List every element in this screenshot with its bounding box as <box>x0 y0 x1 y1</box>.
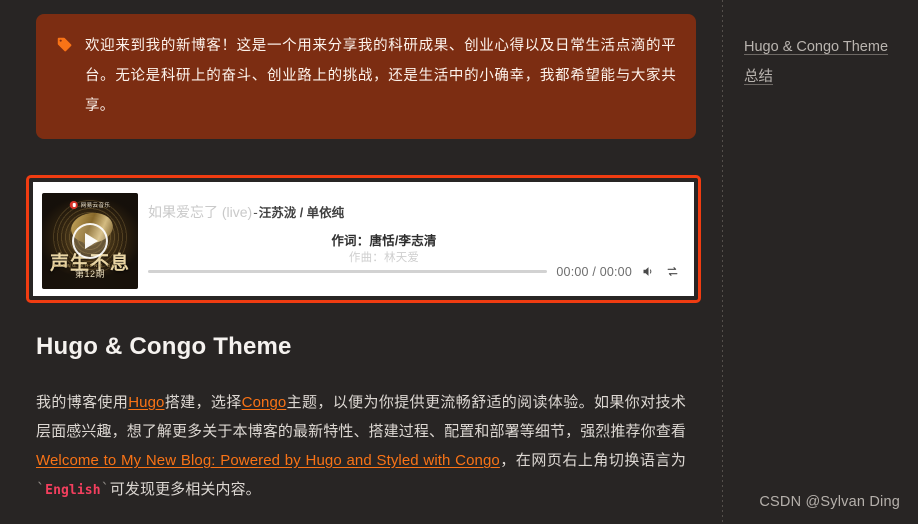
song-artist: 汪苏泷 / 单依纯 <box>258 206 345 220</box>
welcome-callout: 欢迎来到我的新博客！这是一个用来分享我的科研成果、创业心得以及日常生活点滴的平台… <box>36 14 696 139</box>
player-panel: 网易云音乐 声生不息 SHENG SHENG BU XI 第12期 如果爱忘了 … <box>33 182 694 296</box>
song-title: 如果爱忘了 (live) <box>148 204 253 220</box>
congo-link[interactable]: Congo <box>242 394 287 411</box>
table-of-contents: Hugo & Congo Theme 总结 <box>744 32 914 92</box>
music-player[interactable]: 网易云音乐 声生不息 SHENG SHENG BU XI 第12期 如果爱忘了 … <box>26 175 701 303</box>
play-icon <box>85 233 98 249</box>
welcome-post-link[interactable]: Welcome to My New Blog: Powered by Hugo … <box>36 452 500 469</box>
album-badge-text: 网易云音乐 <box>80 203 111 209</box>
article-paragraph: 我的博客使用Hugo搭建，选择Congo主题，以便为你提供更流畅舒适的阅读体验。… <box>36 388 686 505</box>
time-display: 00:00 / 00:00 <box>556 264 632 279</box>
paragraph-segment-1: 我的博客使用 <box>36 394 129 411</box>
watermark: CSDN @Sylvan Ding <box>759 494 900 510</box>
main-content-column: 欢迎来到我的新博客！这是一个用来分享我的科研成果、创业心得以及日常生活点滴的平台… <box>0 0 712 524</box>
article-heading: Hugo & Congo Theme <box>36 333 292 360</box>
sidebar-divider <box>722 0 723 524</box>
song-heading: 如果爱忘了 (live)-汪苏泷 / 单依纯 <box>148 202 680 222</box>
loop-icon[interactable] <box>665 264 680 279</box>
album-episode: 第12期 <box>74 269 106 279</box>
english-code-span: English <box>45 483 101 498</box>
toc-item-summary[interactable]: 总结 <box>744 62 914 92</box>
toc-item-hugo-congo-theme[interactable]: Hugo & Congo Theme <box>744 32 914 62</box>
paragraph-segment-5: 可发现更多相关内容。 <box>109 481 261 498</box>
lyrics-area: 作词：唐恬/李志清 作曲：林天爱 <box>148 233 680 266</box>
player-controls: 00:00 / 00:00 <box>148 264 680 279</box>
album-badge: 网易云音乐 <box>69 201 111 209</box>
album-cover[interactable]: 网易云音乐 声生不息 SHENG SHENG BU XI 第12期 <box>42 193 138 289</box>
paragraph-segment-4: ，在网页右上角切换语言为 <box>499 452 686 469</box>
progress-bar[interactable] <box>148 270 548 273</box>
callout-text: 欢迎来到我的新博客！这是一个用来分享我的科研成果、创业心得以及日常生活点滴的平台… <box>85 38 676 114</box>
backtick-open: ` <box>36 480 46 498</box>
netease-logo-icon <box>69 201 78 209</box>
backtick-close: ` <box>100 480 110 498</box>
volume-icon[interactable] <box>641 264 656 279</box>
page-root: 欢迎来到我的新博客！这是一个用来分享我的科研成果、创业心得以及日常生活点滴的平台… <box>0 0 918 524</box>
hugo-link[interactable]: Hugo <box>128 394 164 411</box>
play-button[interactable] <box>72 223 108 259</box>
paragraph-segment-2: 搭建，选择 <box>164 394 242 411</box>
player-info: 如果爱忘了 (live)-汪苏泷 / 单依纯 作词：唐恬/李志清 作曲：林天爱 … <box>138 182 694 296</box>
tag-icon <box>57 37 72 52</box>
lyric-line-active: 作词：唐恬/李志清 <box>331 234 437 248</box>
